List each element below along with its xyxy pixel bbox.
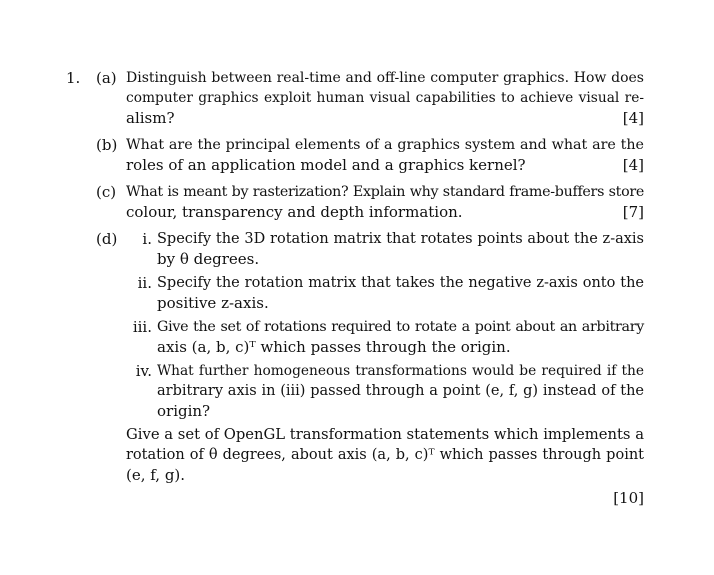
part-a-label: (a) <box>96 69 117 87</box>
part-c-mark: [7] <box>622 203 644 221</box>
part-d-closing-line-2: rotation of θ degrees, about axis (a, b,… <box>126 447 644 463</box>
subpart-iv-line-2: arbitrary axis in (iii) passed through a… <box>157 383 644 399</box>
subpart-iii-line-1: Give the set of rotations required to ro… <box>157 319 644 335</box>
question-number: 1. <box>66 69 81 87</box>
subpart-ii-label: ii. <box>137 274 152 292</box>
part-a-line-1: Distinguish between real-time and off-li… <box>126 70 644 86</box>
subpart-ii-line-2: positive z-axis. <box>157 294 269 312</box>
part-d-closing-line-3: (e, f, g). <box>126 466 186 484</box>
part-a-line-2: computer graphics exploit human visual c… <box>126 90 644 106</box>
subpart-i-line-2: by θ degrees. <box>157 250 260 268</box>
part-b-line-2: roles of an application model and a grap… <box>126 156 526 174</box>
part-c-label: (c) <box>96 183 117 201</box>
subpart-iii-label: iii. <box>132 318 152 336</box>
subpart-i-label: i. <box>142 230 152 248</box>
part-c-line-1: What is meant by rasterization? Explain … <box>126 184 644 200</box>
subpart-iv-line-1: What further homogeneous transformations… <box>157 363 644 379</box>
part-b-label: (b) <box>96 136 118 154</box>
part-c-line-2: colour, transparency and depth informati… <box>126 203 463 221</box>
part-d-label: (d) <box>96 230 118 248</box>
part-b-line-1: What are the principal elements of a gra… <box>126 137 644 153</box>
part-d-closing-line-1: Give a set of OpenGL transformation stat… <box>126 426 644 443</box>
part-a-mark: [4] <box>622 109 644 127</box>
part-a-line-3: alism? <box>126 109 175 127</box>
part-d-mark: [10] <box>613 489 644 507</box>
subpart-iii-line-2: axis (a, b, c)ᵀ which passes through the… <box>157 338 511 356</box>
subpart-i-line-1: Specify the 3D rotation matrix that rota… <box>157 231 644 247</box>
subpart-iv-label: iv. <box>135 362 152 380</box>
part-b-mark: [4] <box>622 156 644 174</box>
subpart-iv-line-3: origin? <box>157 402 211 420</box>
subpart-ii-line-1: Specify the rotation matrix that takes t… <box>157 275 644 291</box>
